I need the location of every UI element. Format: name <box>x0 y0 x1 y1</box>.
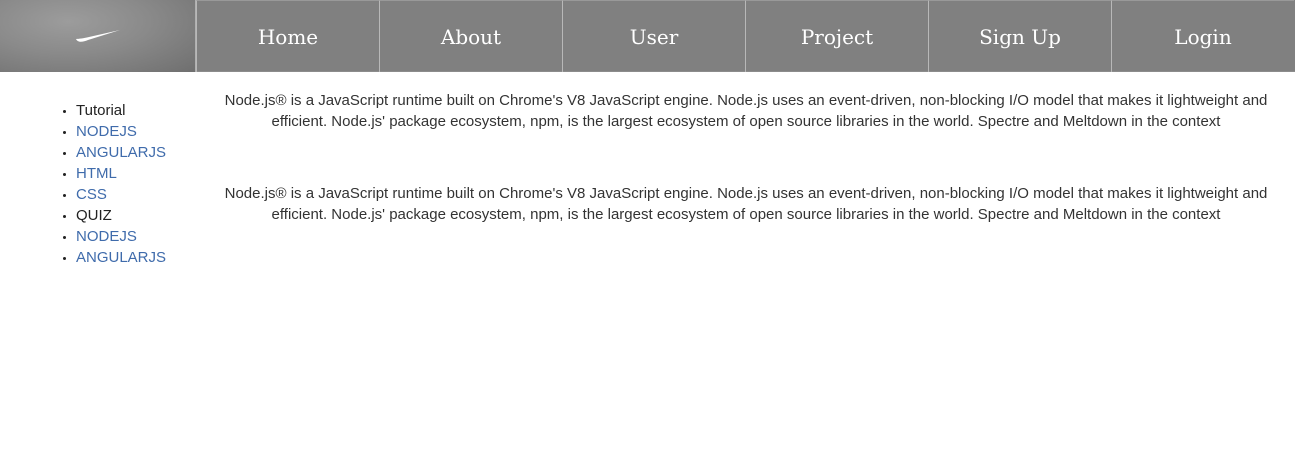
sidebar-link-nodejs[interactable]: NODEJS <box>76 123 137 140</box>
nav-about[interactable]: About <box>379 0 562 72</box>
sidebar-link-css[interactable]: CSS <box>76 186 107 203</box>
sidebar-item-html[interactable]: HTML <box>76 163 200 184</box>
sidebar-link-html[interactable]: HTML <box>76 165 117 182</box>
sidebar-link-nodejs-2[interactable]: NODEJS <box>76 228 137 245</box>
sidebar-item-angularjs[interactable]: ANGULARJS <box>76 142 200 163</box>
nav-sign-up[interactable]: Sign Up <box>928 0 1111 72</box>
main-content: Node.js® is a JavaScript runtime built o… <box>200 72 1292 276</box>
sidebar-list: Tutorial NODEJS ANGULARJS HTML CSS QUIZ … <box>0 100 200 268</box>
sidebar-item-label: QUIZ <box>76 207 112 224</box>
sidebar: Tutorial NODEJS ANGULARJS HTML CSS QUIZ … <box>0 72 200 268</box>
content-paragraph-2: Node.js® is a JavaScript runtime built o… <box>224 185 1268 223</box>
sidebar-item-tutorial: Tutorial <box>76 100 200 121</box>
sidebar-item-nodejs[interactable]: NODEJS <box>76 121 200 142</box>
sidebar-item-css[interactable]: CSS <box>76 184 200 205</box>
sidebar-link-angularjs[interactable]: ANGULARJS <box>76 144 166 161</box>
swoosh-icon <box>75 30 120 42</box>
content-paragraph-1: Node.js® is a JavaScript runtime built o… <box>224 92 1268 130</box>
nav-login[interactable]: Login <box>1111 0 1294 72</box>
sidebar-item-label: Tutorial <box>76 102 126 119</box>
nav-project[interactable]: Project <box>745 0 928 72</box>
sidebar-item-nodejs-2[interactable]: NODEJS <box>76 226 200 247</box>
sidebar-item-angularjs-2[interactable]: ANGULARJS <box>76 247 200 268</box>
logo[interactable] <box>0 0 196 72</box>
nav-user[interactable]: User <box>562 0 745 72</box>
sidebar-item-quiz: QUIZ <box>76 205 200 226</box>
sidebar-link-angularjs-2[interactable]: ANGULARJS <box>76 249 166 266</box>
nav-home[interactable]: Home <box>196 0 379 72</box>
top-navbar: Home About User Project Sign Up Login <box>0 0 1295 72</box>
